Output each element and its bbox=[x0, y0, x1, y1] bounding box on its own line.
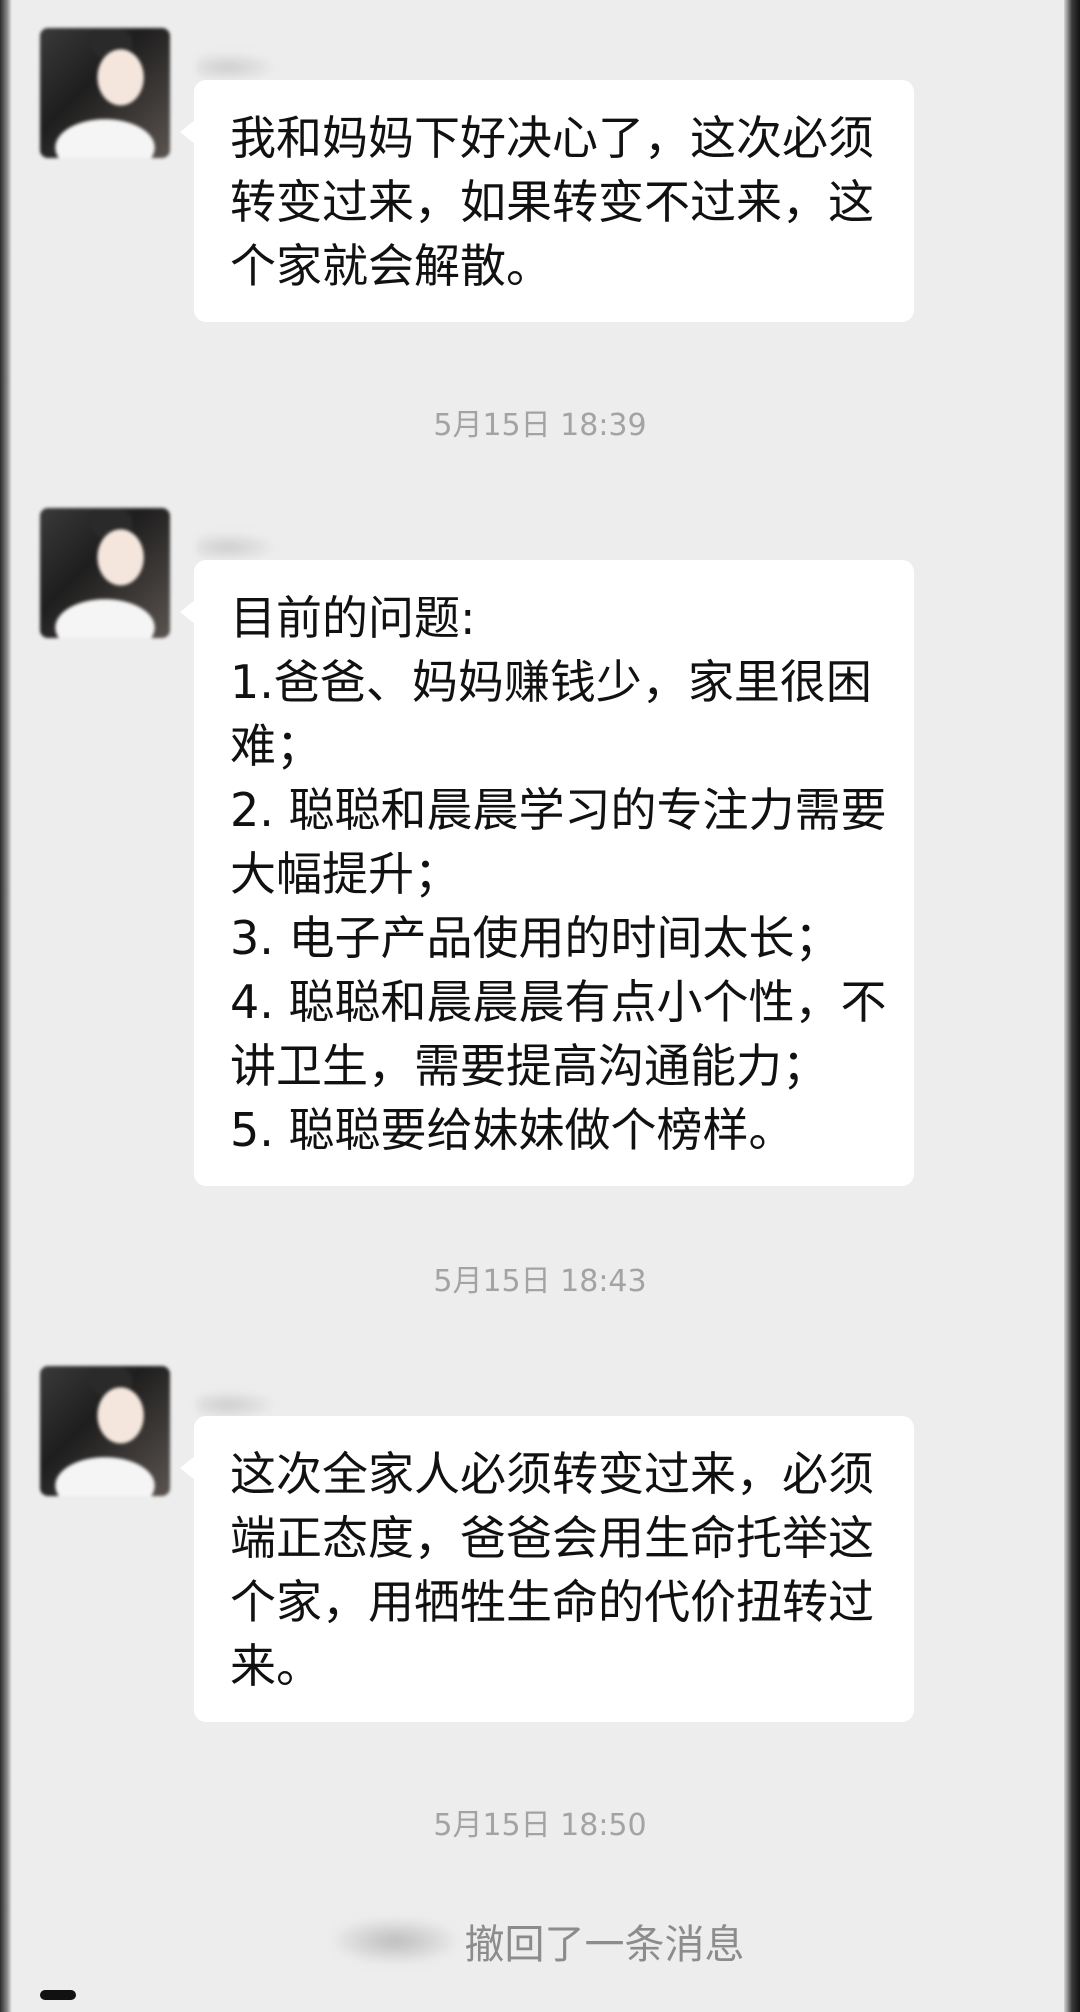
message-bubble[interactable]: 这次全家人必须转变过来，必须 端正态度，爸爸会用生命托举这 个家，用牺牲生命的代… bbox=[180, 1416, 914, 1722]
message-text-line: 4. 聪聪和晨晨晨有点小个性，不 bbox=[230, 975, 887, 1029]
sender-name-blurred bbox=[196, 532, 276, 562]
message-text-line: 5. 聪聪要给妹妹做个榜样。 bbox=[230, 1103, 795, 1157]
screen-edge-left bbox=[0, 0, 12, 2012]
bottom-edge-mark bbox=[40, 1990, 76, 2000]
message-timestamp: 5月15日 18:43 bbox=[433, 1264, 647, 1299]
recall-notice-text: 撤回了一条消息 bbox=[464, 1922, 745, 1968]
message-text-line: 我和妈妈下好决心了，这次必须 bbox=[230, 111, 874, 165]
recall-sender-name-blurred bbox=[335, 1919, 456, 1963]
sender-avatar[interactable] bbox=[40, 28, 170, 158]
message-text-line: 1.爸爸、妈妈赚钱少，家里很困 bbox=[230, 655, 872, 709]
sender-name-blurred bbox=[196, 52, 276, 82]
message-bubble[interactable]: 我和妈妈下好决心了，这次必须 转变过来，如果转变不过来，这 个家就会解散。 bbox=[180, 80, 914, 322]
message-text-line: 难； bbox=[230, 719, 322, 773]
message-timestamp: 5月15日 18:50 bbox=[433, 1808, 647, 1843]
sender-avatar[interactable] bbox=[40, 1366, 170, 1496]
message-text-line: 2. 聪聪和晨晨学习的专注力需要 bbox=[230, 783, 887, 837]
message-text-line: 目前的问题: bbox=[230, 591, 476, 645]
message-text-line: 来。 bbox=[230, 1639, 322, 1693]
message-timestamp: 5月15日 18:39 bbox=[433, 408, 647, 443]
message-text-line: 大幅提升； bbox=[230, 847, 460, 901]
message-text-line: 3. 电子产品使用的时间太长； bbox=[230, 911, 841, 965]
chat-screen[interactable]: 我和妈妈下好决心了，这次必须 转变过来，如果转变不过来，这 个家就会解散。 5月… bbox=[0, 0, 1080, 2012]
message-text-line: 个家，用牺牲生命的代价扭转过 bbox=[230, 1575, 874, 1629]
sender-avatar[interactable] bbox=[40, 508, 170, 638]
recall-notice: 撤回了一条消息 bbox=[0, 1912, 1080, 1972]
message-text-line: 个家就会解散。 bbox=[230, 239, 552, 293]
message-text-line: 转变过来，如果转变不过来，这 bbox=[230, 175, 874, 229]
message-text-line: 端正态度，爸爸会用生命托举这 bbox=[230, 1511, 874, 1565]
message-text-line: 这次全家人必须转变过来，必须 bbox=[230, 1447, 874, 1501]
screen-edge-right bbox=[1064, 0, 1080, 2012]
message-text-line: 讲卫生，需要提高沟通能力； bbox=[230, 1039, 828, 1093]
message-bubble[interactable]: 目前的问题: 1.爸爸、妈妈赚钱少，家里很困 难； 2. 聪聪和晨晨学习的专注力… bbox=[180, 560, 914, 1186]
